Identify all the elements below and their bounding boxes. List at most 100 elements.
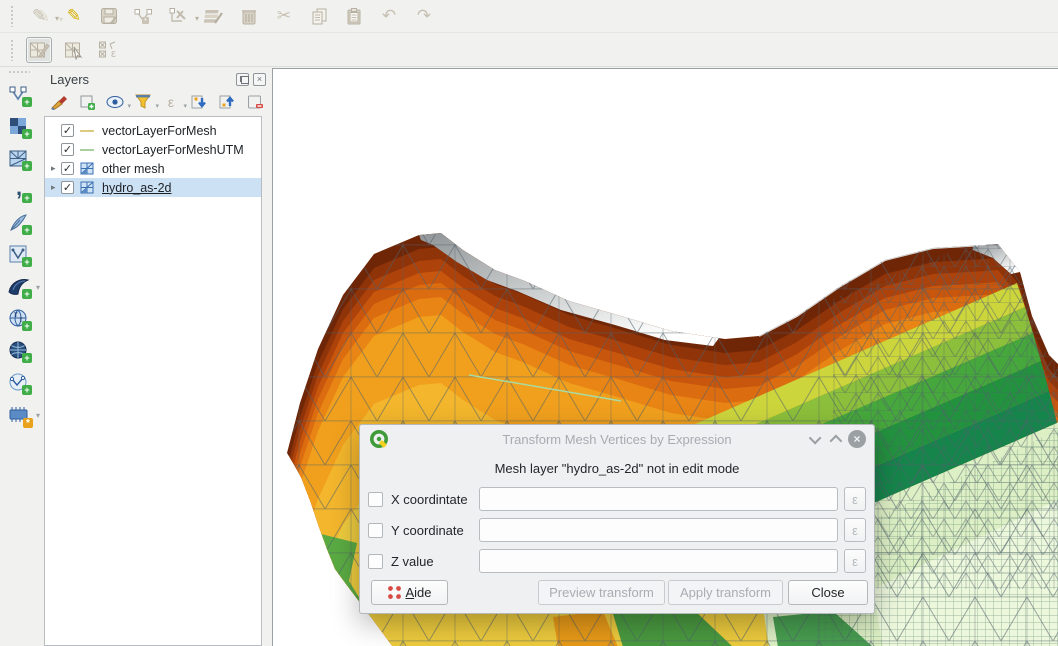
line-symbol-yellow: [80, 130, 94, 132]
expand-arrow-icon: [191, 94, 208, 110]
mesh-digitizing-toolbar: ε: [0, 34, 1058, 67]
cut-features-button[interactable]: ✂: [271, 3, 297, 29]
z-expression-builder-button[interactable]: ε: [844, 549, 866, 573]
clipboard-icon: [345, 7, 363, 26]
save-edits-button[interactable]: [96, 3, 122, 29]
add-mesh-layer-button[interactable]: +: [5, 145, 33, 172]
line-symbol-green: [80, 149, 94, 151]
add-wfs-layer-button[interactable]: +: [5, 369, 33, 396]
layer-row-hydro-as-2d[interactable]: ▸ ✓ hydro_as-2d: [45, 178, 261, 197]
plus-badge-icon: +: [22, 193, 32, 203]
select-mesh-elements-button[interactable]: [61, 37, 87, 63]
close-button[interactable]: Close: [788, 580, 868, 605]
redo-button[interactable]: ↷: [411, 3, 437, 29]
filter-legend-by-expression-button[interactable]: ε ▾: [160, 92, 182, 112]
chevron-down-icon: ▾: [127, 102, 131, 110]
y-expression-builder-button[interactable]: ε: [844, 518, 866, 542]
panel-float-button[interactable]: [236, 73, 249, 86]
toolbar-drag-handle[interactable]: [8, 70, 30, 75]
collapse-all-button[interactable]: [216, 92, 238, 112]
dialog-title: Transform Mesh Vertices by Expression: [360, 432, 874, 447]
asterisk-badge-icon: *: [23, 418, 33, 428]
eye-icon: [106, 95, 125, 109]
layer-row-vectorLayerForMeshUTM[interactable]: ✓ vectorLayerForMeshUTM: [45, 140, 261, 159]
x-coordinate-label: X coordintate: [391, 492, 479, 507]
modify-attributes-button[interactable]: [201, 3, 227, 29]
chevron-up-icon[interactable]: [830, 434, 843, 447]
copy-features-button[interactable]: [306, 3, 332, 29]
add-raster-layer-button[interactable]: +: [5, 113, 33, 140]
plus-badge-icon: +: [22, 257, 32, 267]
remove-layer-button[interactable]: [244, 92, 266, 112]
delete-selected-button[interactable]: [236, 3, 262, 29]
mesh-symbol-icon: [80, 162, 94, 175]
plus-badge-icon: +: [22, 385, 32, 395]
transform-mesh-vertices-dialog: Transform Mesh Vertices by Expression × …: [359, 424, 875, 614]
help-label-accel: A: [405, 585, 414, 600]
digitize-feature-button[interactable]: *: [131, 3, 157, 29]
mesh-select-icon: [64, 40, 85, 60]
mesh-edit-icon: [29, 40, 50, 60]
y-coordinate-label: Y coordinate: [391, 523, 479, 538]
edit-mesh-button[interactable]: [26, 37, 52, 63]
filter-legend-button[interactable]: ▾: [132, 92, 154, 112]
add-wms-layer-button[interactable]: T T +: [5, 305, 33, 332]
expand-all-button[interactable]: [188, 92, 210, 112]
panel-close-button[interactable]: ×: [253, 73, 266, 86]
add-vector-layer-button[interactable]: +: [5, 81, 33, 108]
add-virtual-layer-button[interactable]: +: [5, 241, 33, 268]
layer-checkbox[interactable]: ✓: [61, 181, 74, 194]
map-canvas[interactable]: Transform Mesh Vertices by Expression × …: [272, 68, 1058, 646]
layer-tree: ✓ vectorLayerForMesh ✓ vectorLayerForMes…: [44, 116, 262, 646]
add-spatialite-layer-button[interactable]: +: [5, 209, 33, 236]
toolbar-drag-handle[interactable]: [10, 5, 15, 27]
layers-panel: Layers ×: [40, 68, 270, 646]
apply-transform-button[interactable]: Apply transform: [668, 580, 783, 605]
vertex-tool-icon: [169, 7, 189, 26]
open-layer-styling-button[interactable]: [48, 92, 70, 112]
y-coordinate-checkbox[interactable]: [368, 523, 383, 538]
vertex-tool-button[interactable]: ▾: [166, 3, 192, 29]
attribute-stack-icon: [204, 7, 224, 26]
manage-layers-toolbar: + + + , + +: [0, 68, 38, 646]
layer-row-other-mesh[interactable]: ▸ ✓ other mesh: [45, 159, 261, 178]
expander-icon[interactable]: ▸: [51, 182, 61, 193]
add-group-button[interactable]: [76, 92, 98, 112]
y-expression-input[interactable]: [479, 518, 838, 542]
x-coordinate-checkbox[interactable]: [368, 492, 383, 507]
svg-text:T: T: [14, 313, 18, 319]
paste-features-button[interactable]: [341, 3, 367, 29]
add-wcs-layer-button[interactable]: +: [5, 337, 33, 364]
x-expression-input[interactable]: [479, 487, 838, 511]
preview-transform-button[interactable]: Preview transform: [538, 580, 665, 605]
x-expression-builder-button[interactable]: ε: [844, 487, 866, 511]
remove-icon: [247, 94, 264, 110]
z-value-checkbox[interactable]: [368, 554, 383, 569]
current-edits-button[interactable]: ✎ ▾: [26, 3, 52, 29]
add-delimited-text-layer-button[interactable]: , +: [5, 177, 33, 204]
chevron-down-icon: ▾: [55, 14, 59, 23]
z-value-label: Z value: [391, 554, 479, 569]
dialog-titlebar[interactable]: Transform Mesh Vertices by Expression ×: [360, 425, 874, 453]
manage-map-themes-button[interactable]: ▾: [104, 92, 126, 112]
pencil-icon: ✎: [67, 6, 81, 26]
close-icon[interactable]: ×: [848, 430, 866, 448]
layer-row-vectorLayerForMesh[interactable]: ✓ vectorLayerForMesh: [45, 121, 261, 140]
toolbar-drag-handle[interactable]: [10, 39, 15, 61]
toggle-editing-button[interactable]: ✎: [61, 3, 87, 29]
plus-badge-icon: +: [22, 225, 32, 235]
qgis-window: ✎ ▾ ✎ *: [0, 0, 1058, 646]
help-button[interactable]: Aide: [371, 580, 448, 605]
add-postgis-layer-button[interactable]: + ▾: [5, 273, 33, 300]
layer-checkbox[interactable]: ✓: [61, 143, 74, 156]
trash-icon: [240, 7, 258, 26]
expander-icon[interactable]: ▸: [51, 163, 61, 174]
transform-mesh-vertices-by-expression-button[interactable]: ε: [96, 37, 122, 63]
group-icon: [79, 94, 95, 110]
layer-checkbox[interactable]: ✓: [61, 162, 74, 175]
undo-button[interactable]: ↶: [376, 3, 402, 29]
z-expression-input[interactable]: [479, 549, 838, 573]
layer-checkbox[interactable]: ✓: [61, 124, 74, 137]
digitizing-toolbar: ✎ ▾ ✎ *: [0, 0, 1058, 33]
add-hana-layer-button[interactable]: * ▾: [5, 401, 33, 428]
